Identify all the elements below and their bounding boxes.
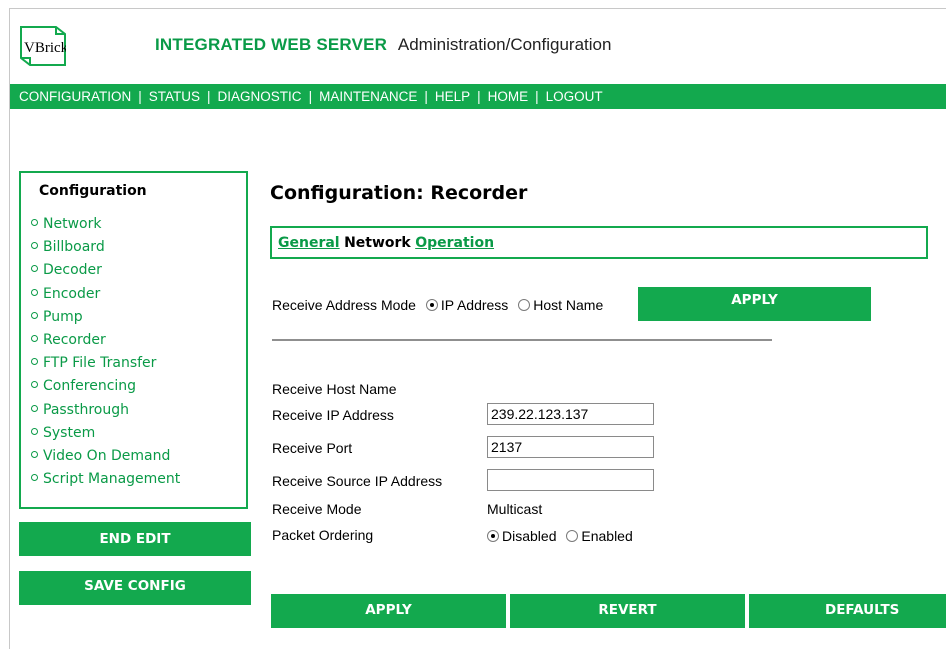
nav-help[interactable]: HELP	[435, 89, 470, 104]
host-name-radio[interactable]	[518, 299, 531, 311]
receive-ip-address-field[interactable]	[487, 403, 654, 425]
receive-address-mode-row: Receive Address Mode IP Address Host Nam…	[272, 297, 603, 313]
bullet-icon	[31, 242, 38, 250]
save-config-button[interactable]: SAVE CONFIG	[19, 571, 251, 605]
receive-host-name-label: Receive Host Name	[272, 381, 397, 397]
sidebar-item-billboard[interactable]: Billboard	[31, 236, 180, 259]
nav-separator: |	[477, 89, 481, 104]
receive-port-field[interactable]	[487, 436, 654, 458]
receive-mode-label: Receive Mode	[272, 501, 362, 517]
section-divider	[272, 339, 772, 341]
sidebar: Configuration Network Billboard Decoder …	[19, 171, 248, 509]
nav-logout[interactable]: LOGOUT	[546, 89, 603, 104]
bullet-icon	[31, 404, 38, 412]
host-name-radio-label: Host Name	[533, 297, 604, 313]
receive-mode-value: Multicast	[487, 501, 543, 517]
nav-separator: |	[424, 89, 428, 104]
nav-diagnostic[interactable]: DIAGNOSTIC	[218, 89, 302, 104]
enabled-radio-label: Enabled	[581, 528, 633, 544]
ip-address-radio[interactable]	[425, 299, 438, 311]
sidebar-menu: Network Billboard Decoder Encoder Pump R…	[31, 213, 180, 491]
packet-ordering-label: Packet Ordering	[272, 527, 374, 543]
sidebar-item-encoder[interactable]: Encoder	[31, 283, 180, 306]
app-title: INTEGRATED WEB SERVER Administration/Con…	[155, 35, 611, 55]
sidebar-item-recorder[interactable]: Recorder	[31, 329, 180, 352]
page-title: Configuration: Recorder	[270, 182, 528, 204]
bullet-icon	[31, 219, 38, 226]
bullet-icon	[31, 427, 38, 435]
nav-status[interactable]: STATUS	[149, 89, 200, 104]
sidebar-item-pump[interactable]: Pump	[31, 306, 180, 329]
nav-separator: |	[535, 89, 539, 104]
tab-operation[interactable]: Operation	[415, 235, 494, 251]
disabled-radio-label: Disabled	[502, 528, 557, 544]
bullet-icon	[31, 358, 38, 366]
revert-button[interactable]: REVERT	[510, 594, 745, 628]
nav-separator: |	[207, 89, 211, 104]
disabled-radio[interactable]	[487, 530, 499, 542]
sidebar-item-decoder[interactable]: Decoder	[31, 259, 180, 282]
sidebar-item-network[interactable]: Network	[31, 213, 180, 236]
apply-address-mode-button[interactable]: APPLY	[638, 287, 871, 321]
vbrick-logo: VBrick	[20, 26, 69, 66]
frame-border-top	[9, 8, 946, 9]
top-navbar: CONFIGURATION | STATUS | DIAGNOSTIC | MAINTENA…	[10, 84, 946, 109]
svg-text:VBrick: VBrick	[24, 40, 66, 56]
bullet-icon	[31, 311, 38, 319]
bullet-icon	[31, 334, 38, 342]
nav-configuration[interactable]: CONFIGURATION	[19, 89, 131, 104]
end-edit-button[interactable]: END EDIT	[19, 522, 251, 556]
sidebar-item-system[interactable]: System	[31, 422, 180, 445]
nav-home[interactable]: HOME	[488, 89, 529, 104]
sidebar-item-ftp-file-transfer[interactable]: FTP File Transfer	[31, 352, 180, 375]
receive-source-ip-field[interactable]	[487, 469, 654, 491]
sidebar-item-script-management[interactable]: Script Management	[31, 468, 180, 491]
tab-network: Network	[344, 235, 411, 251]
nav-maintenance[interactable]: MAINTENANCE	[319, 89, 417, 104]
defaults-button[interactable]: DEFAULTS	[749, 594, 946, 628]
sidebar-item-video-on-demand[interactable]: Video On Demand	[31, 445, 180, 468]
section-tabs: General Network Operation	[270, 226, 928, 259]
app-title-strong: INTEGRATED WEB SERVER	[155, 35, 388, 54]
sidebar-item-conferencing[interactable]: Conferencing	[31, 375, 180, 398]
tab-general[interactable]: General	[278, 235, 340, 251]
sidebar-heading: Configuration	[39, 183, 147, 199]
receive-port-label: Receive Port	[272, 440, 353, 456]
receive-ip-address-label: Receive IP Address	[272, 407, 394, 423]
apply-button[interactable]: APPLY	[271, 594, 506, 628]
nav-separator: |	[308, 89, 313, 104]
ip-address-radio-label: IP Address	[440, 297, 509, 313]
packet-ordering-options: Disabled Enabled	[481, 528, 633, 544]
sidebar-item-passthrough[interactable]: Passthrough	[31, 399, 180, 422]
app-title-sub: Administration/Configuration	[397, 35, 612, 54]
enabled-radio[interactable]	[566, 530, 579, 542]
bullet-icon	[31, 474, 38, 482]
nav-separator: |	[138, 89, 142, 104]
bullet-icon	[31, 288, 38, 296]
bullet-icon	[31, 265, 38, 273]
receive-source-ip-label: Receive Source IP Address	[272, 473, 443, 489]
bullet-icon	[31, 450, 38, 458]
receive-address-mode-label: Receive Address Mode	[272, 297, 416, 313]
bullet-icon	[31, 381, 38, 389]
